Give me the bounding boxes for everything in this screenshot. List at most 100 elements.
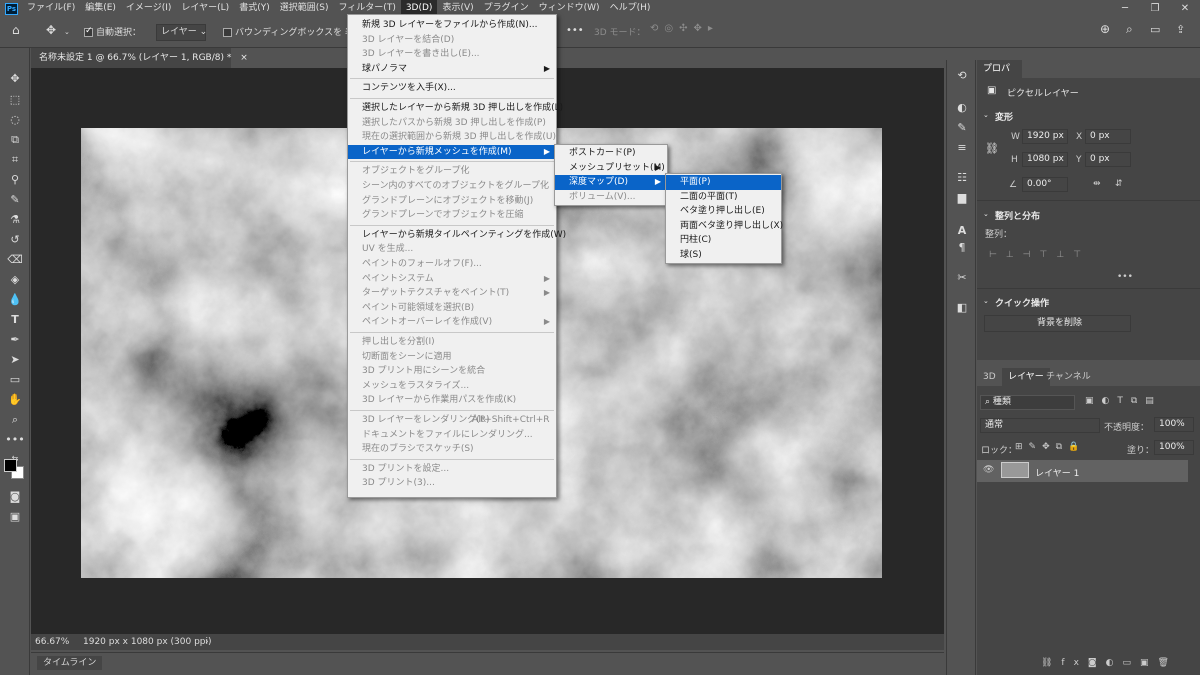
menu-item[interactable]: 球パノラマ ▶	[348, 62, 556, 77]
menu-item[interactable]: レイヤーから新規メッシュを作成(M) ▶	[348, 144, 556, 160]
history-icon[interactable]: ⟲	[954, 68, 970, 84]
link-icon[interactable]: ⛓	[985, 142, 999, 155]
close-icon[interactable]: ✕	[1170, 0, 1200, 17]
object-select-icon[interactable]: ⧉	[5, 131, 25, 149]
document-tab[interactable]: 名称未設定 1 @ 66.7% (レイヤー 1, RGB/8) * ×	[31, 48, 248, 68]
menu-item[interactable]: 3D レイヤーを結合(D)	[348, 33, 556, 48]
menu-11[interactable]: ヘルプ(H)	[605, 0, 656, 17]
stamp-panel-icon[interactable]: ▆	[954, 190, 970, 206]
bbox-checkbox[interactable]: バウンディングボックスを 表示	[223, 25, 363, 38]
menu-item[interactable]: グランドプレーンでオブジェクトを圧縮	[348, 208, 556, 223]
menu-item[interactable]: 3D プリント(3)...	[348, 476, 556, 491]
chevron-right-icon[interactable]: ›	[205, 634, 209, 650]
home-icon[interactable]: ⌂	[12, 23, 20, 37]
auto-select-checkbox[interactable]: 自動選択：	[84, 25, 141, 38]
tab-channels[interactable]: チャンネル	[1040, 368, 1097, 386]
menu-item[interactable]: 押し出しを分割(I)	[348, 335, 556, 350]
3d-mode-icons[interactable]: ⟲◎✣✥▸	[650, 23, 719, 34]
menu-item[interactable]: UV を生成...	[348, 242, 556, 257]
menu-item[interactable]: シーン内のすべてのオブジェクトをグループ化	[348, 179, 556, 194]
gradient-icon[interactable]: ◈	[5, 271, 25, 289]
flip-horizontal-icon[interactable]: ⇹	[1093, 179, 1101, 189]
crop-icon[interactable]: ⌗	[5, 151, 25, 169]
menu-item[interactable]: 選択したレイヤーから新規 3D 押し出しを作成(L)	[348, 101, 563, 116]
remove-background-button[interactable]: 背景を削除	[984, 315, 1131, 332]
menu-2[interactable]: イメージ(I)	[121, 0, 177, 17]
search-icon[interactable]: ⌕	[1126, 22, 1133, 37]
properties-3d-icon[interactable]: ◧	[954, 300, 970, 316]
brush-icon[interactable]: ✎	[5, 191, 25, 209]
screen-mode-icon[interactable]: ▣	[5, 508, 25, 526]
menu-1[interactable]: 編集(E)	[80, 0, 121, 17]
align-buttons[interactable]: ⊢⊥⊣⊤⊥⊤	[989, 250, 1090, 260]
move-icon[interactable]: ✥	[5, 70, 25, 88]
menu-item[interactable]: メッシュプリセット(M) ▶	[555, 161, 667, 176]
eyedropper-icon[interactable]: ⚲	[5, 171, 25, 189]
menu-item[interactable]: 選択したパスから新規 3D 押し出しを作成(P)	[348, 116, 556, 131]
share-user-icon[interactable]: ⊕	[1100, 22, 1110, 36]
character-icon[interactable]: A	[954, 223, 970, 239]
menu-item[interactable]: 両面ベタ塗り押し出し(X)	[666, 219, 783, 234]
menu-item[interactable]: ペイントオーバーレイを作成(V) ▶	[348, 315, 556, 330]
chevron-down-icon[interactable]: ⌄	[64, 28, 70, 36]
hand-icon[interactable]: ✋	[5, 391, 25, 409]
menu-item[interactable]: メッシュをラスタライズ...	[348, 379, 556, 394]
marquee-icon[interactable]: ⬚	[5, 91, 25, 109]
menu-item[interactable]: 3D プリントを設定...	[348, 462, 556, 477]
zoom-icon[interactable]: ⌕	[5, 411, 25, 429]
chevron-down-icon[interactable]: ⌄	[983, 111, 989, 119]
menu-item[interactable]: 二面の平面(T)	[666, 190, 781, 205]
timeline-tab[interactable]: タイムライン	[37, 656, 103, 670]
menu-item[interactable]: 切断面をシーンに適用	[348, 350, 556, 365]
auto-select-dropdown[interactable]: レイヤー ⌄	[156, 24, 207, 41]
quick-mask-icon[interactable]: ◙	[5, 488, 25, 506]
minimize-icon[interactable]: ─	[1110, 0, 1140, 17]
layer-filter-dropdown[interactable]: ⌕ 種類	[980, 395, 1075, 410]
adjustments-icon[interactable]: ≡	[954, 140, 970, 156]
menu-item[interactable]: 新規 3D レイヤーをファイルから作成(N)...	[348, 18, 556, 33]
menu-item[interactable]: ボリューム(V)...	[555, 190, 667, 205]
blur-icon[interactable]: 💧	[5, 291, 25, 309]
filter-icons[interactable]: ▣◐T⧉▤	[1085, 396, 1162, 406]
more-tools-icon[interactable]: •••	[5, 431, 25, 449]
menu-item[interactable]: 深度マップ(D) ▶	[555, 175, 667, 190]
close-tab-icon[interactable]: ×	[240, 53, 248, 63]
libraries-icon[interactable]: ☷	[954, 170, 970, 186]
lasso-icon[interactable]: ◌	[5, 111, 25, 129]
fill-field[interactable]: 100%	[1154, 440, 1194, 455]
share-icon[interactable]: ⇪	[1176, 23, 1185, 36]
y-field[interactable]: 0 px	[1085, 152, 1131, 167]
angle-field[interactable]: 0.00°	[1022, 177, 1068, 192]
zoom-level[interactable]: 66.67%	[35, 634, 69, 650]
menu-item[interactable]: 現在のブラシでスケッチ(S)	[348, 442, 556, 457]
chevron-down-icon[interactable]: ⌄	[983, 297, 989, 305]
menu-item[interactable]: レイヤーから新規タイルペインティングを作成(W)	[348, 228, 566, 243]
menu-item[interactable]: ポストカード(P)	[555, 146, 667, 161]
layer-actions[interactable]: ⛓fx◙◐▭▣🗑	[1041, 658, 1178, 668]
menu-item[interactable]: 3D レイヤーをレンダリング(R) Alt+Shift+Ctrl+R	[348, 413, 556, 428]
menu-4[interactable]: 書式(Y)	[234, 0, 275, 17]
menu-0[interactable]: ファイル(F)	[22, 0, 80, 17]
menu-item[interactable]: ターゲットテクスチャをペイント(T) ▶	[348, 286, 556, 301]
foreground-color[interactable]	[4, 459, 17, 472]
menu-item[interactable]: 3D レイヤーを書き出し(E)...	[348, 47, 556, 62]
blend-mode-dropdown[interactable]: 通常	[980, 418, 1100, 433]
menu-item[interactable]: 平面(P)	[666, 175, 781, 190]
menu-5[interactable]: 選択範囲(S)	[275, 0, 334, 17]
maximize-icon[interactable]: ❐	[1140, 0, 1170, 17]
tools-icon[interactable]: ✂	[954, 270, 970, 286]
photoshop-logo[interactable]: Ps	[5, 2, 18, 15]
flip-vertical-icon[interactable]: ⇵	[1115, 179, 1123, 189]
menu-item[interactable]: ペイントシステム ▶	[348, 272, 556, 287]
history-brush-icon[interactable]: ↺	[5, 231, 25, 249]
height-field[interactable]: 1080 px	[1022, 152, 1068, 167]
move-tool-icon[interactable]: ✥	[46, 23, 56, 37]
lock-icons[interactable]: ⊞✎✥⧉🔒	[1015, 442, 1085, 452]
more-icon[interactable]: •••	[566, 25, 584, 36]
rectangle-icon[interactable]: ▭	[5, 371, 25, 389]
paragraph-icon[interactable]: ¶	[954, 240, 970, 256]
x-field[interactable]: 0 px	[1085, 129, 1131, 144]
menu-item[interactable]: 円柱(C)	[666, 233, 781, 248]
stamp-icon[interactable]: ⚗	[5, 211, 25, 229]
tab-3d[interactable]: 3D	[977, 368, 1002, 386]
